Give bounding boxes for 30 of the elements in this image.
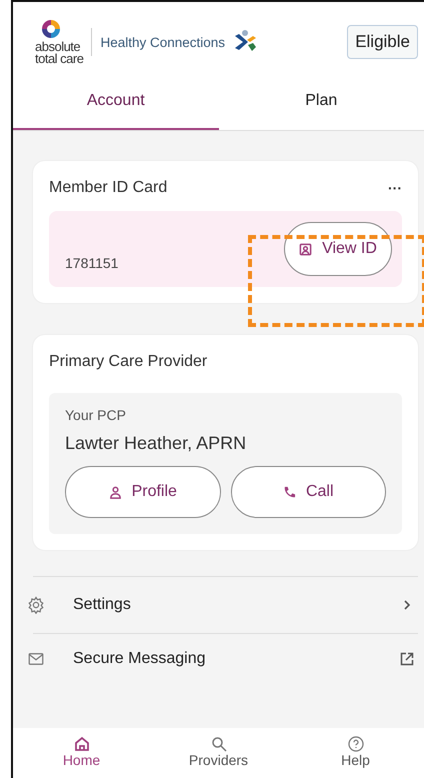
menu-item[interactable]: Settings: [73, 596, 400, 614]
nav-item[interactable]: Home: [36, 736, 126, 768]
nav-item[interactable]: Help: [310, 736, 400, 768]
call-button[interactable]: Call: [230, 466, 386, 518]
gear-icon: [27, 596, 45, 614]
brand-name: absolute: [35, 41, 80, 53]
card-title: Primary Care Provider: [49, 353, 208, 370]
tab[interactable]: Account: [13, 68, 218, 130]
card-title: Member ID Card: [49, 179, 168, 197]
id-card-icon: [299, 242, 312, 256]
external-link-icon: [400, 652, 414, 666]
envelope-icon: [27, 650, 45, 668]
member-id: 1781151: [65, 255, 118, 271]
search-icon: [210, 736, 226, 752]
person-icon: [108, 486, 122, 498]
menu-item[interactable]: Secure Messaging: [73, 650, 400, 668]
more-options[interactable]: ···: [388, 180, 402, 196]
program-name: Healthy Connections: [100, 34, 226, 50]
home-icon: [74, 736, 90, 752]
profile-button[interactable]: Profile: [65, 466, 220, 518]
nav-item[interactable]: Providers: [174, 736, 264, 768]
brand-name: total care: [35, 53, 84, 65]
provider-name: Lawter Heather, APRN: [65, 433, 248, 454]
tab[interactable]: Plan: [218, 68, 424, 130]
view-id-button[interactable]: View ID: [284, 222, 392, 276]
help-icon: [348, 736, 364, 752]
phone-icon: [282, 486, 296, 498]
logo-icon: [41, 19, 61, 39]
eligibility-badge: Eligible: [347, 25, 418, 59]
pcp-label: Your PCP: [65, 407, 127, 423]
